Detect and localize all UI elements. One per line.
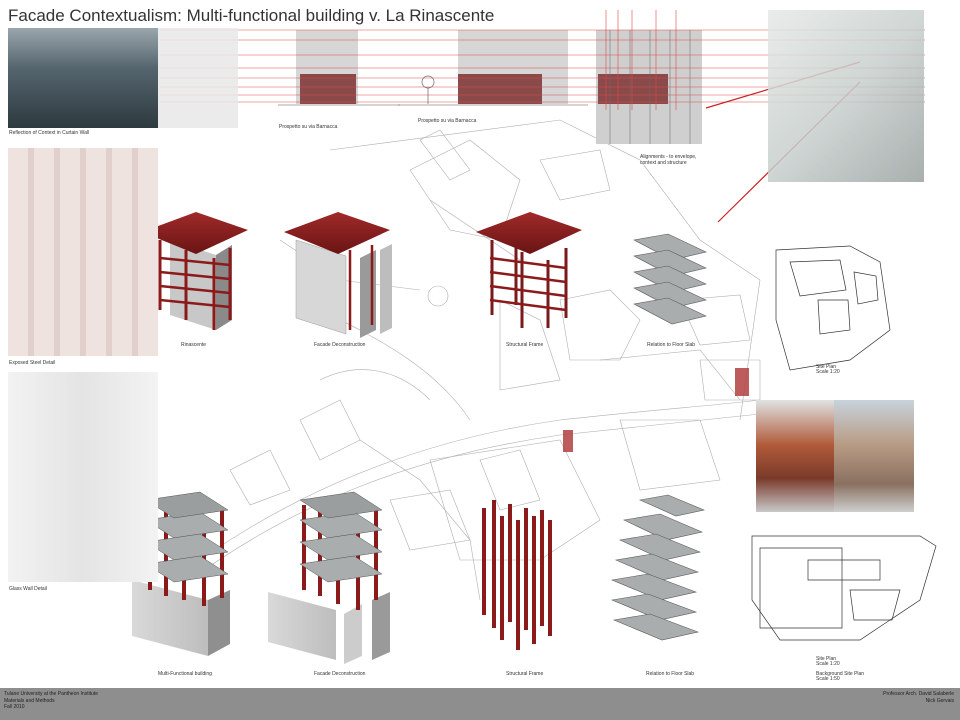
caption-glass-wall: Glass Wall Detail: [9, 586, 47, 592]
caption-multi-functional: Multi-Functional building: [158, 671, 212, 677]
rinascente-photo-2: [834, 400, 914, 512]
caption-structural-frame-bottom: Structural Frame: [506, 671, 544, 677]
footer-bar: [0, 688, 960, 720]
facade-deconstruction-top-model: [284, 212, 392, 338]
caption-scale-background: Scale 1:50: [816, 676, 840, 682]
floor-slab-bottom-model: [610, 494, 706, 641]
caption-prospect-1: Prospetto su via Barnacca: [279, 124, 338, 130]
glass-wall-photo: [8, 372, 158, 582]
caption-floor-slab-top: Relation to Floor Slab: [647, 342, 696, 348]
street-perspective-photo: [768, 10, 924, 182]
caption-facade-deconstruction-top: Facade Deconstruction: [314, 342, 366, 348]
rinascente-photo-1: [756, 400, 834, 512]
caption-scale-top: Scale 1:20: [816, 369, 840, 375]
board-title: Facade Contextualism: Multi-functional b…: [8, 6, 495, 25]
caption-reflection: Reflection of Context in Curtain Wall: [9, 130, 90, 136]
caption-structural-frame-top: Structural Frame: [506, 342, 544, 348]
caption-scale-bottom: Scale 1:20: [816, 661, 840, 667]
footer-institution: Tulane University at the Pantheon Instit…: [4, 691, 99, 697]
caption-floor-slab-bottom: Relation to Floor Slab: [646, 671, 695, 677]
exposed-steel-photo: [8, 148, 158, 356]
highlighted-parcel-2: [735, 368, 749, 396]
caption-facade-deconstruction-bottom: Facade Deconstruction: [314, 671, 366, 677]
caption-exposed-steel: Exposed Steel Detail: [9, 360, 56, 366]
highlighted-parcel-1: [563, 430, 573, 452]
structural-frame-bottom-model: [482, 500, 552, 650]
site-plan-bottom: [751, 535, 937, 641]
facade-deconstruction-bottom-model: [268, 491, 390, 664]
caption-rinascente: Rinascente: [181, 342, 207, 348]
caption-alignments-2: context and structure: [640, 160, 687, 166]
curtain-wall-photo: [8, 28, 158, 128]
street-photo-faded: [158, 28, 238, 128]
caption-prospect-2: Prospetto su via Barnacca: [418, 118, 477, 124]
footer-term: Fall 2010: [4, 704, 25, 710]
footer-professor: Professor Arch. David Salaberle: [883, 691, 954, 697]
footer-left: Tulane University at the Pantheon Instit…: [4, 691, 98, 711]
site-plan-top: [775, 245, 891, 371]
footer-author: Nick Gervais: [925, 697, 954, 704]
footer-right: Professor Arch. David Salaberle Nick Ger…: [883, 691, 954, 704]
structural-frame-top-model: [476, 212, 582, 328]
floor-slab-top-model: [633, 233, 707, 325]
